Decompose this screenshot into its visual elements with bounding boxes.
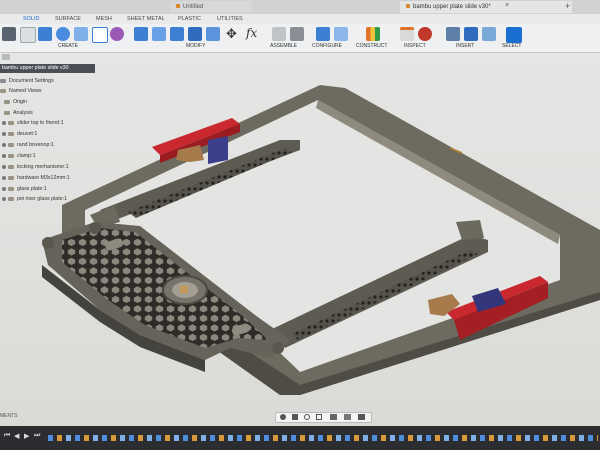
timeline-start-icon[interactable]: ⏮ [4, 432, 10, 440]
comments-label: MENTS [0, 413, 18, 419]
viewports-icon[interactable] [358, 414, 365, 420]
comments-panel[interactable]: MENTS [0, 413, 18, 419]
fit-icon[interactable] [316, 414, 322, 420]
orbit-icon[interactable] [280, 414, 286, 420]
timeline-bar: ⏮ ◀ ▶ ⏭ [0, 426, 600, 450]
display-settings-icon[interactable] [330, 414, 337, 420]
model-viewport[interactable] [0, 0, 600, 450]
fusion-screen: Untitled bambu upper plate slide v30* × … [0, 0, 600, 450]
timeline-features[interactable] [48, 426, 598, 450]
pan-icon[interactable] [292, 414, 298, 420]
timeline-back-icon[interactable]: ◀ [14, 432, 19, 440]
timeline-play-icon[interactable]: ▶ [24, 432, 29, 440]
grid-icon[interactable] [344, 414, 351, 420]
zoom-icon[interactable] [304, 414, 310, 420]
timeline-forward-icon[interactable]: ⏭ [34, 432, 40, 440]
navigation-bar [275, 412, 372, 423]
far-clamp[interactable] [152, 118, 240, 164]
